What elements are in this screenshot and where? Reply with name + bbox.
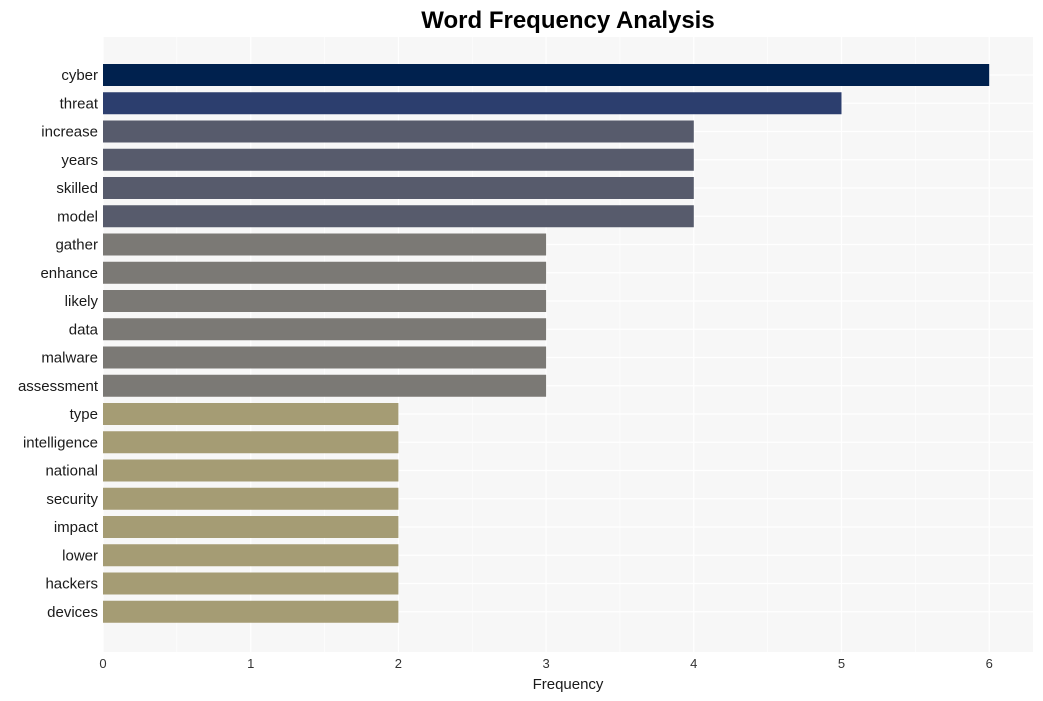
y-tick-label: years <box>61 152 98 169</box>
bar-years <box>103 148 694 171</box>
bar-likely <box>103 290 547 312</box>
y-tick-label: type <box>70 406 98 423</box>
y-tick-label: likely <box>65 293 99 310</box>
y-tick-label: lower <box>62 547 98 564</box>
bar-chart: cyber threat increase years skilled model gath… <box>18 7 1033 693</box>
x-tick-label: 0 <box>99 656 106 671</box>
bar-type <box>103 403 399 425</box>
chart-title: Word Frequency Analysis <box>421 7 714 34</box>
bar-data <box>103 318 547 341</box>
y-tick-label: intelligence <box>23 434 98 451</box>
x-tick-label: 5 <box>838 656 845 671</box>
bar-enhance <box>103 261 547 284</box>
y-tick-labels: cyber threat increase years skilled model gath… <box>18 67 99 621</box>
x-tick-label: 2 <box>395 656 402 671</box>
y-tick-label: cyber <box>61 67 98 84</box>
y-tick-label: impact <box>54 519 99 536</box>
x-tick-label: 1 <box>247 656 254 671</box>
y-tick-label: data <box>69 321 99 338</box>
bar-gather <box>103 233 547 256</box>
x-tick-label: 6 <box>986 656 993 671</box>
bar-cyber <box>103 64 990 86</box>
bar-hackers <box>103 572 399 595</box>
y-tick-label: hackers <box>45 576 98 593</box>
y-tick-label: devices <box>47 604 98 621</box>
y-tick-label: threat <box>60 95 99 112</box>
bar-intelligence <box>103 431 399 454</box>
bar-skilled <box>103 177 694 199</box>
bar-threat <box>103 92 842 115</box>
bar-malware <box>103 346 547 369</box>
y-tick-label: skilled <box>56 180 98 197</box>
bar-devices <box>103 600 399 623</box>
y-tick-label: increase <box>41 124 98 141</box>
bar-model <box>103 205 694 228</box>
x-tick-label: 4 <box>690 656 697 671</box>
y-tick-label: national <box>45 463 98 480</box>
y-tick-label: assessment <box>18 378 99 395</box>
bar-assessment <box>103 374 547 397</box>
x-axis-label: Frequency <box>533 676 604 693</box>
bar-increase <box>103 120 694 143</box>
y-tick-label: malware <box>41 350 98 367</box>
x-tick-labels: 0 1 2 3 4 5 6 <box>99 656 992 671</box>
bar-security <box>103 487 399 510</box>
x-tick-label: 3 <box>542 656 549 671</box>
y-tick-label: enhance <box>40 265 98 282</box>
bar-impact <box>103 516 399 538</box>
y-tick-label: gather <box>55 237 98 254</box>
y-tick-label: security <box>46 491 98 508</box>
bar-national <box>103 459 399 482</box>
y-tick-label: model <box>57 208 98 225</box>
bar-lower <box>103 544 399 567</box>
